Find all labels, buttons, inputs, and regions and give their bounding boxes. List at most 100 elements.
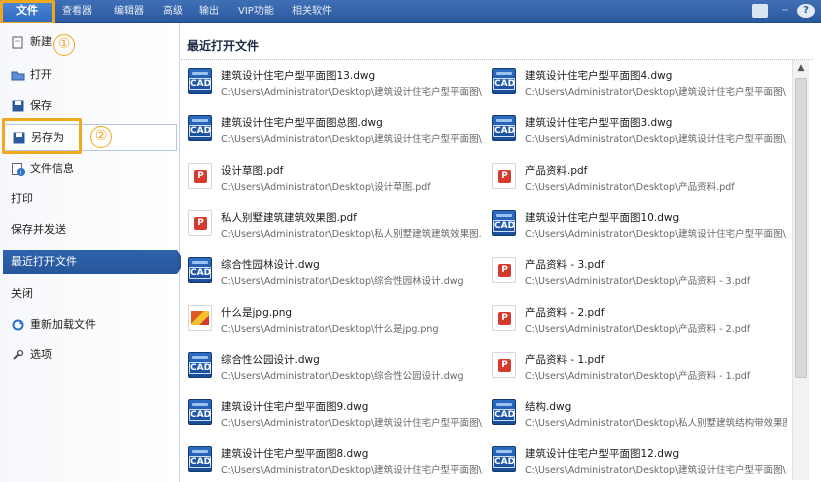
step-2-marker: ②: [90, 126, 112, 148]
cad-file-icon: CAD: [492, 115, 516, 142]
cad-file-icon: CAD: [492, 446, 516, 473]
open-folder-icon: [11, 68, 25, 82]
cad-file-icon: CAD: [188, 446, 212, 473]
file-path: C:\Users\Administrator\Desktop\产品资料 - 3.…: [525, 276, 751, 288]
pdf-file-icon: P: [492, 351, 516, 378]
pdf-file-icon: P: [492, 304, 516, 331]
recent-file-item[interactable]: CAD 建筑设计住宅户型平面图3.dwg C:\Users\Administrato…: [485, 110, 786, 150]
file-name: 综合性园林设计.dwg: [221, 259, 320, 272]
file-name: 设计草图.pdf: [221, 164, 284, 177]
recent-file-item[interactable]: P 产品资料 - 1.pdf C:\Users\Administrator\Desk…: [485, 347, 785, 387]
recent-file-item[interactable]: CAD 建筑设计住宅户型平面图10.dwg C:\Users\Administrat…: [485, 205, 786, 245]
recent-file-item[interactable]: CAD 综合性公园设计.dwg C:\Users\Administrator\Des…: [181, 347, 481, 387]
file-path: C:\Users\Administrator\Desktop\建筑设计住宅户型平…: [221, 134, 482, 146]
file-name: 产品资料 - 2.pdf: [525, 306, 605, 319]
file-path: C:\Users\Administrator\Desktop\设计草图.pdf: [221, 181, 431, 193]
recent-file-item[interactable]: P 私人别墅建筑建筑效果图.pdf C:\Users\Administrator\D…: [181, 205, 482, 245]
sidebar-item-open[interactable]: 打开: [3, 63, 177, 87]
recent-file-item[interactable]: CAD 建筑设计住宅户型平面图总图.dwg C:\Users\Administrat…: [181, 110, 482, 150]
sidebar-item-label: 重新加载文件: [30, 318, 96, 331]
file-name: 结构.dwg: [525, 401, 572, 414]
file-path: C:\Users\Administrator\Desktop\建筑设计住宅户型平…: [221, 87, 482, 98]
sidebar-item-label: 保存: [30, 99, 52, 112]
recent-file-item[interactable]: CAD 建筑设计住宅户型平面图13.dwg C:\Users\Administrat…: [181, 63, 482, 103]
file-name: 建筑设计住宅户型平面图4.dwg: [525, 70, 673, 82]
scrollbar[interactable]: ▲: [792, 60, 809, 480]
tab-advanced[interactable]: 高级: [163, 3, 183, 21]
cad-file-icon: CAD: [492, 209, 516, 236]
file-path: C:\Users\Administrator\Desktop\建筑设计住宅户型平…: [525, 465, 786, 477]
file-path: C:\Users\Administrator\Desktop\建筑设计住宅户型平…: [525, 134, 786, 146]
recent-file-item[interactable]: CAD 建筑设计住宅户型平面图12.dwg C:\Users\Administrat…: [485, 441, 786, 481]
cad-file-icon: CAD: [492, 399, 516, 426]
sidebar-item-label: 文件信息: [30, 162, 74, 175]
file-name: 综合性公园设计.dwg: [221, 353, 320, 366]
ribbon-bar: 文件 查看器 编辑器 高级 输出 VIP功能 相关软件 ─ ?: [0, 0, 821, 23]
file-path: C:\Users\Administrator\Desktop\建筑设计住宅户型平…: [221, 465, 482, 477]
recent-file-item[interactable]: CAD 建筑设计住宅户型平面图4.dwg C:\Users\Administrato…: [485, 63, 786, 103]
recent-file-item[interactable]: CAD 建筑设计住宅户型平面图8.dwg C:\Users\Administrato…: [181, 441, 482, 481]
file-name: 私人别墅建筑建筑效果图.pdf: [221, 211, 357, 224]
recent-file-item[interactable]: P 产品资料 - 2.pdf C:\Users\Administrator\Desk…: [485, 300, 785, 340]
scrollbar-thumb[interactable]: [795, 78, 807, 378]
file-path: C:\Users\Administrator\Desktop\综合性公园设计.d…: [221, 370, 464, 382]
recent-file-item[interactable]: CAD 结构.dwg C:\Users\Administrator\Desktop\…: [485, 394, 787, 434]
file-path: C:\Users\Administrator\Desktop\建筑设计住宅户型平…: [525, 87, 786, 98]
sidebar-item-reload[interactable]: 重新加载文件: [3, 313, 177, 337]
recent-file-item[interactable]: CAD 综合性园林设计.dwg C:\Users\Administrator\Des…: [181, 252, 481, 292]
sidebar-item-label: 打开: [30, 68, 52, 81]
sidebar-item-print[interactable]: 打印: [3, 187, 177, 211]
step-1-marker: ①: [53, 34, 75, 56]
pdf-file-icon: P: [492, 257, 516, 284]
sidebar-item-label: 新建: [30, 35, 52, 48]
file-tab-highlight: [0, 0, 55, 25]
tab-output[interactable]: 输出: [199, 3, 219, 21]
file-path: C:\Users\Administrator\Desktop\建筑设计住宅户型平…: [525, 228, 786, 240]
reload-icon: [11, 318, 25, 332]
minimize-icon[interactable]: ─: [774, 4, 796, 18]
file-path: C:\Users\Administrator\Desktop\产品资料.pdf: [525, 181, 735, 193]
tab-related-software[interactable]: 相关软件: [292, 3, 332, 21]
help-icon[interactable]: ?: [797, 4, 815, 18]
cad-file-icon: CAD: [188, 257, 212, 284]
file-path: C:\Users\Administrator\Desktop\综合性园林设计.d…: [221, 276, 464, 288]
sidebar-item-label: 最近打开文件: [11, 255, 77, 268]
sidebar-item-options[interactable]: 选项: [3, 343, 177, 367]
save-as-highlight: [2, 118, 82, 154]
info-icon: i: [11, 162, 25, 176]
app-window: 文件 查看器 编辑器 高级 输出 VIP功能 相关软件 ─ ? 新建 ① 打开: [0, 0, 821, 482]
recent-file-item[interactable]: P 设计草图.pdf C:\Users\Administrator\Desktop\…: [181, 158, 481, 198]
sidebar-item-new[interactable]: 新建: [3, 30, 177, 54]
file-name: 建筑设计住宅户型平面图9.dwg: [221, 401, 369, 414]
sidebar-item-file-info[interactable]: i 文件信息: [3, 157, 177, 181]
tab-editor[interactable]: 编辑器: [114, 3, 144, 21]
cad-file-icon: CAD: [188, 68, 212, 94]
pdf-file-icon: P: [188, 209, 212, 236]
sidebar-item-label: 打印: [11, 192, 33, 205]
recent-file-item[interactable]: 什么是jpg.png C:\Users\Administrator\Desktop…: [181, 300, 481, 340]
recent-file-item[interactable]: P 产品资料 - 3.pdf C:\Users\Administrator\Desk…: [485, 252, 785, 292]
page-title: 最近打开文件: [187, 39, 260, 53]
image-file-icon: [188, 304, 212, 331]
file-path: C:\Users\Administrator\Desktop\私人别墅建筑建筑效…: [221, 228, 482, 240]
file-name: 产品资料.pdf: [525, 164, 588, 177]
recent-file-item[interactable]: P 产品资料.pdf C:\Users\Administrator\Desktop\…: [485, 158, 785, 198]
pdf-file-icon: P: [492, 162, 516, 189]
recent-file-item[interactable]: CAD 建筑设计住宅户型平面图9.dwg C:\Users\Administrato…: [181, 394, 482, 434]
sidebar-item-label: 选项: [30, 348, 52, 361]
skin-icon[interactable]: [752, 4, 768, 18]
tab-viewer[interactable]: 查看器: [62, 3, 92, 21]
sidebar-item-recent-files[interactable]: 最近打开文件: [3, 250, 185, 274]
file-name: 建筑设计住宅户型平面图13.dwg: [221, 70, 376, 82]
save-icon: [11, 99, 25, 113]
file-name: 产品资料 - 1.pdf: [525, 353, 605, 366]
sidebar-item-save-and-send[interactable]: 保存并发送: [3, 218, 177, 242]
file-path: C:\Users\Administrator\Desktop\什么是jpg.pn…: [221, 323, 439, 335]
cad-file-icon: CAD: [188, 399, 212, 426]
new-file-icon: [11, 35, 25, 49]
tab-vip[interactable]: VIP功能: [238, 3, 274, 21]
sidebar-item-save[interactable]: 保存: [3, 94, 177, 118]
sidebar-item-close[interactable]: 关闭: [3, 282, 177, 306]
cad-file-icon: CAD: [188, 351, 212, 378]
scroll-up-icon[interactable]: ▲: [796, 63, 806, 73]
